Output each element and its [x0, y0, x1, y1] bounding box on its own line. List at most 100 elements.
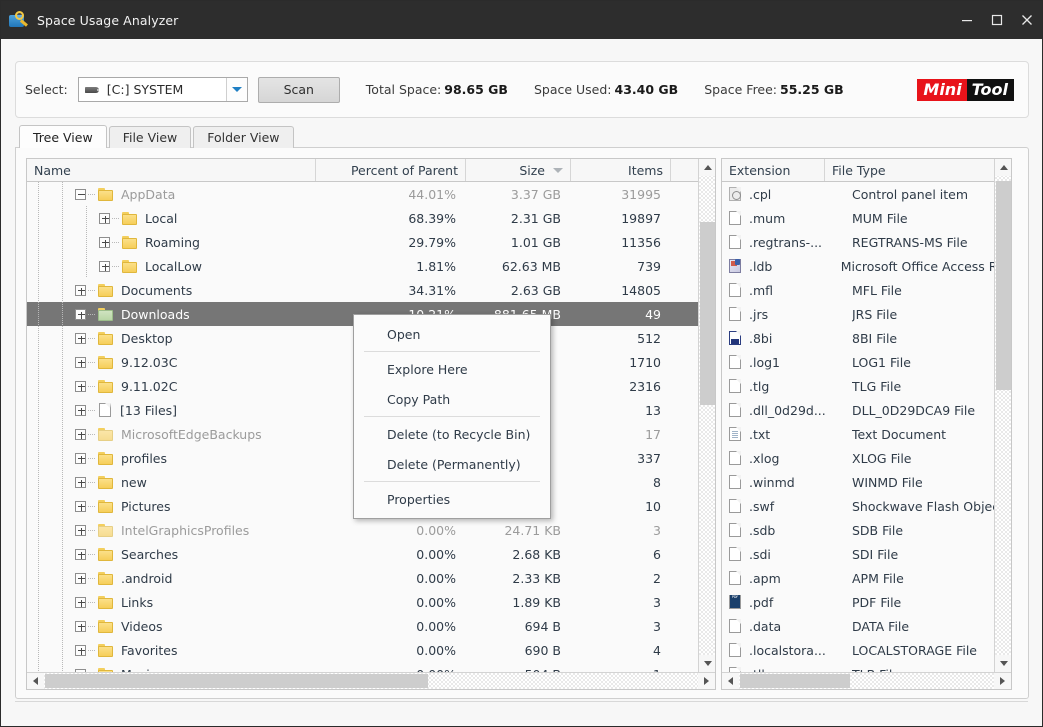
expand-node-icon[interactable] [75, 549, 86, 560]
tree-row-label: profiles [121, 451, 167, 466]
extension-row[interactable]: .localstora...LOCALSTORAGE File [722, 638, 1011, 662]
tree-vscroll-thumb[interactable] [700, 222, 715, 405]
expand-node-icon[interactable] [75, 525, 86, 536]
tree-row[interactable]: LocalLow1.81%62.63 MB739 [27, 254, 715, 278]
extension-row[interactable]: .8bi8BI File [722, 326, 1011, 350]
extension-row[interactable]: .dll_0d29d...DLL_0D29DCA9 File [722, 398, 1011, 422]
scroll-down-icon[interactable] [699, 655, 716, 672]
extension-horizontal-scrollbar[interactable] [722, 672, 1011, 689]
tree-row[interactable]: Documents34.31%2.63 GB14805 [27, 278, 715, 302]
expand-node-icon[interactable] [99, 237, 110, 248]
context-menu-item-open[interactable]: Open [354, 319, 550, 349]
extension-row[interactable]: .ldbMicrosoft Office Access Record [722, 254, 1011, 278]
extension-row[interactable]: .jrsJRS File [722, 302, 1011, 326]
tree-row[interactable]: Links0.00%1.89 KB3 [27, 590, 715, 614]
expand-node-icon[interactable] [99, 261, 110, 272]
extension-row[interactable]: .mflMFL File [722, 278, 1011, 302]
ext-scroll-down-icon[interactable] [995, 655, 1012, 672]
expand-node-icon[interactable] [75, 333, 86, 344]
context-menu-item-explore-here[interactable]: Explore Here [354, 354, 550, 384]
scroll-right-icon[interactable] [698, 673, 715, 689]
ext-hscroll-thumb[interactable] [740, 674, 850, 688]
column-header-percent-of-parent[interactable]: Percent of Parent [316, 159, 466, 181]
context-menu-item-copy-path[interactable]: Copy Path [354, 384, 550, 414]
expand-node-icon[interactable] [75, 285, 86, 296]
chevron-down-icon[interactable] [226, 78, 247, 101]
extension-row[interactable]: .apmAPM File [722, 566, 1011, 590]
scan-button[interactable]: Scan [258, 77, 340, 103]
extension-file-type: TLG File [852, 379, 901, 394]
extension-row[interactable]: .txtText Document [722, 422, 1011, 446]
extension-row[interactable]: .pdfPDF File [722, 590, 1011, 614]
extension-row[interactable]: .sdiSDI File [722, 542, 1011, 566]
extension-vertical-scrollbar[interactable] [994, 159, 1011, 672]
column-header-items[interactable]: Items [571, 159, 671, 181]
expand-node-icon[interactable] [75, 573, 86, 584]
extension-file-type: LOG1 File [852, 355, 911, 370]
ext-scroll-left-icon[interactable] [722, 673, 739, 689]
maximize-icon[interactable] [982, 1, 1012, 39]
tree-row[interactable]: Local68.39%2.31 GB19897 [27, 206, 715, 230]
expand-node-icon[interactable] [75, 597, 86, 608]
tree-row-percent: 0.00% [316, 595, 466, 610]
extension-row[interactable]: .cplControl panel item [722, 182, 1011, 206]
context-menu-item-delete-to-recycle-bin[interactable]: Delete (to Recycle Bin) [354, 419, 550, 449]
extension-row[interactable]: .sdbSDB File [722, 518, 1011, 542]
expand-node-icon[interactable] [75, 429, 86, 440]
extension-row[interactable]: .regtrans-...REGTRANS-MS File [722, 230, 1011, 254]
tree-row-label: Videos [121, 619, 163, 634]
folder-icon [98, 452, 113, 465]
tree-hscroll-thumb[interactable] [45, 674, 428, 688]
column-header-name[interactable]: Name [27, 159, 316, 181]
column-header-file-type[interactable]: File Type [825, 159, 1011, 181]
tree-vertical-scrollbar[interactable] [698, 159, 715, 672]
close-icon[interactable] [1012, 1, 1042, 39]
tree-row[interactable]: .android0.00%2.33 KB2 [27, 566, 715, 590]
extension-row[interactable]: .dataDATA File [722, 614, 1011, 638]
tab-folder-view[interactable]: Folder View [193, 126, 293, 148]
tree-horizontal-scrollbar[interactable] [27, 672, 715, 689]
text-document-icon [729, 427, 741, 441]
expand-node-icon[interactable] [75, 501, 86, 512]
extension-row[interactable]: .swfShockwave Flash Object [722, 494, 1011, 518]
tree-guide-line [75, 230, 99, 254]
scroll-up-icon[interactable] [699, 159, 716, 176]
ext-vscroll-thumb[interactable] [996, 181, 1011, 390]
tree-row-percent: 29.79% [316, 235, 466, 250]
collapse-node-icon[interactable] [75, 189, 86, 200]
expand-node-icon[interactable] [75, 621, 86, 632]
tab-tree-view[interactable]: Tree View [19, 125, 107, 148]
tree-row[interactable]: Favorites0.00%690 B4 [27, 638, 715, 662]
drive-select-combobox[interactable]: [C:] SYSTEM [78, 77, 248, 102]
tree-row[interactable]: IntelGraphicsProfiles0.00%24.71 KB3 [27, 518, 715, 542]
column-header-size[interactable]: Size [466, 159, 571, 181]
tree-row[interactable]: Roaming29.79%1.01 GB11356 [27, 230, 715, 254]
tree-row[interactable]: AppData44.01%3.37 GB31995 [27, 182, 715, 206]
tree-row[interactable]: Searches0.00%2.68 KB6 [27, 542, 715, 566]
extension-row[interactable]: .tlgTLG File [722, 374, 1011, 398]
scroll-left-icon[interactable] [27, 673, 44, 689]
expand-node-icon[interactable] [75, 405, 86, 416]
expand-node-icon[interactable] [75, 357, 86, 368]
extension-row[interactable]: .winmdWINMD File [722, 470, 1011, 494]
extension-name: .mum [749, 211, 852, 226]
expand-node-icon[interactable] [99, 213, 110, 224]
context-menu-item-delete-permanently[interactable]: Delete (Permanently) [354, 449, 550, 479]
expand-node-icon[interactable] [75, 381, 86, 392]
context-menu-item-properties[interactable]: Properties [354, 484, 550, 514]
tree-connector-dots [88, 194, 95, 195]
extension-row[interactable]: .log1LOG1 File [722, 350, 1011, 374]
expand-node-icon[interactable] [75, 309, 86, 320]
extension-row[interactable]: .mumMUM File [722, 206, 1011, 230]
ext-scroll-up-icon[interactable] [995, 159, 1012, 176]
tree-column-headers: Name Percent of Parent Size Items [27, 159, 715, 182]
ext-scroll-right-icon[interactable] [994, 673, 1011, 689]
expand-node-icon[interactable] [75, 477, 86, 488]
expand-node-icon[interactable] [75, 453, 86, 464]
tab-file-view[interactable]: File View [109, 126, 192, 148]
column-header-extension[interactable]: Extension [722, 159, 825, 181]
minimize-icon[interactable] [952, 1, 982, 39]
extension-row[interactable]: .xlogXLOG File [722, 446, 1011, 470]
tree-row[interactable]: Videos0.00%694 B3 [27, 614, 715, 638]
expand-node-icon[interactable] [75, 645, 86, 656]
